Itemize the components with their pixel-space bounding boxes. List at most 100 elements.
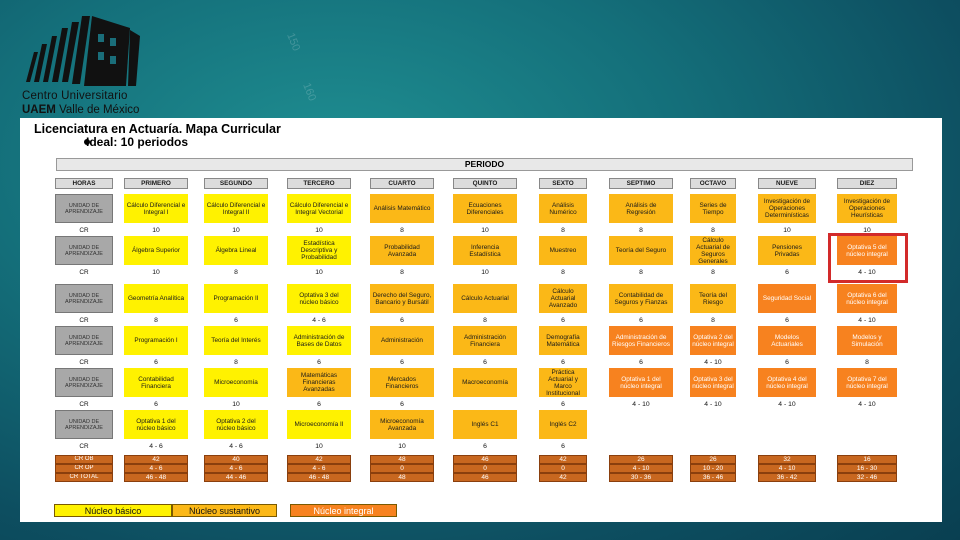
- course-cell: Cálculo Diferencial e Integral Vectorial: [287, 194, 351, 223]
- course-cell: Probabilidad Avanzada: [370, 236, 434, 265]
- summary-value: 4 - 6: [204, 464, 268, 473]
- credit-value: 6: [609, 358, 673, 366]
- course-cell: Programación II: [204, 284, 268, 313]
- course-cell: Análisis Matemático: [370, 194, 434, 223]
- summary-value: 42: [287, 455, 351, 464]
- credit-value: 6: [204, 316, 268, 324]
- column-header: SEGUNDO: [204, 178, 268, 189]
- column-header: NUEVE: [758, 178, 816, 189]
- credit-value: 6: [539, 358, 587, 366]
- course-cell: Optativa 1 del núcleo integral: [609, 368, 673, 397]
- column-header: HORAS: [55, 178, 113, 189]
- cr-label: CR: [55, 358, 113, 366]
- credit-value: 6: [287, 400, 351, 408]
- credit-value: 10: [758, 226, 816, 234]
- credit-value: 4 - 10: [690, 400, 736, 408]
- credit-value: 6: [539, 316, 587, 324]
- empty-cell: [837, 410, 897, 439]
- course-cell: Administración: [370, 326, 434, 355]
- cr-label: CR: [55, 316, 113, 324]
- summary-value: 44 - 46: [204, 473, 268, 482]
- credit-value: 8: [690, 316, 736, 324]
- credit-value: 6: [124, 358, 188, 366]
- summary-value: 16 - 30: [837, 464, 897, 473]
- cr-label: CR: [55, 442, 113, 450]
- summary-value: 4 - 6: [124, 464, 188, 473]
- empty-cell: [690, 410, 736, 439]
- course-cell: Álgebra Lineal: [204, 236, 268, 265]
- credit-value: 6: [453, 442, 517, 450]
- course-cell: Geometría Analítica: [124, 284, 188, 313]
- summary-value: 32: [758, 455, 816, 464]
- course-cell: Investigación de Operaciones Heurísticas: [837, 194, 897, 223]
- summary-value: 0: [370, 464, 434, 473]
- column-header: DIEZ: [837, 178, 897, 189]
- summary-value: 48: [370, 455, 434, 464]
- course-cell: Contabilidad de Seguros y Fianzas: [609, 284, 673, 313]
- course-cell: Programación I: [124, 326, 188, 355]
- empty-cell: [609, 410, 673, 439]
- summary-value: 42: [124, 455, 188, 464]
- course-cell: Contabilidad Financiera: [124, 368, 188, 397]
- course-cell: Microeconomía II: [287, 410, 351, 439]
- credit-value: 10: [124, 268, 188, 276]
- course-cell: Cálculo Actuarial Avanzado: [539, 284, 587, 313]
- credit-value: 6: [758, 358, 816, 366]
- summary-value: 46 - 48: [287, 473, 351, 482]
- course-cell: Mercados Financieros: [370, 368, 434, 397]
- credit-value: [758, 442, 816, 450]
- credit-value: 6: [609, 316, 673, 324]
- course-cell: Teoría del Interés: [204, 326, 268, 355]
- course-cell: Optativa 6 del núcleo integral: [837, 284, 897, 313]
- credit-value: 8: [609, 268, 673, 276]
- course-cell: Optativa 7 del núcleo integral: [837, 368, 897, 397]
- summary-value: 0: [453, 464, 517, 473]
- course-cell: Demografía Matemática: [539, 326, 587, 355]
- credit-value: 4 - 10: [837, 400, 897, 408]
- curriculum-map-document: Licenciatura en Actuaría. Mapa Curricula…: [20, 118, 942, 522]
- empty-cell: [758, 410, 816, 439]
- summary-value: 42: [539, 455, 587, 464]
- credit-value: 8: [370, 226, 434, 234]
- credit-value: 8: [204, 268, 268, 276]
- credit-value: 6: [370, 358, 434, 366]
- credit-value: 8: [124, 316, 188, 324]
- credit-value: 10: [453, 268, 517, 276]
- credit-value: 10: [453, 226, 517, 234]
- credit-value: [453, 400, 517, 408]
- credit-value: 4 - 10: [837, 316, 897, 324]
- credit-value: 4 - 10: [690, 358, 736, 366]
- course-cell: Análisis Numérico: [539, 194, 587, 223]
- course-cell: Optativa 2 del núcleo integral: [690, 326, 736, 355]
- summary-label: CR OB: [55, 455, 113, 464]
- course-cell: Optativa 3 del núcleo integral: [690, 368, 736, 397]
- course-cell: Álgebra Superior: [124, 236, 188, 265]
- course-cell: Teoría del Seguro: [609, 236, 673, 265]
- logo-text-line2: UAEM Valle de México: [22, 104, 139, 116]
- row-label: UNIDAD DE APRENDIZAJE: [55, 368, 113, 397]
- summary-value: 10 - 20: [690, 464, 736, 473]
- credit-value: 8: [837, 358, 897, 366]
- course-cell: Análisis de Regresión: [609, 194, 673, 223]
- credit-value: 10: [287, 268, 351, 276]
- summary-label: CR OP: [55, 464, 113, 473]
- summary-value: 42: [539, 473, 587, 482]
- logo-text-uaem: UAEM: [22, 104, 56, 116]
- legend-nucleo-basico: Núcleo básico: [54, 504, 172, 517]
- credit-value: 4 - 6: [124, 442, 188, 450]
- cr-label: CR: [55, 400, 113, 408]
- building-logo-icon: [26, 16, 140, 86]
- logo-text-campus: Valle de México: [55, 104, 140, 116]
- course-cell: Inglés C1: [453, 410, 517, 439]
- course-cell: Teoría del Riesgo: [690, 284, 736, 313]
- summary-value: 4 - 10: [609, 464, 673, 473]
- column-header: SEXTO: [539, 178, 587, 189]
- row-label: UNIDAD DE APRENDIZAJE: [55, 410, 113, 439]
- credit-value: 10: [204, 400, 268, 408]
- summary-value: 32 - 46: [837, 473, 897, 482]
- summary-value: 36 - 42: [758, 473, 816, 482]
- document-subtitle: Ideal: 10 periodos: [86, 135, 189, 149]
- course-cell: Ecuaciones Diferenciales: [453, 194, 517, 223]
- document-title: Licenciatura en Actuaría. Mapa Curricula…: [34, 122, 281, 136]
- course-cell: Estadística Descriptiva y Probabilidad: [287, 236, 351, 265]
